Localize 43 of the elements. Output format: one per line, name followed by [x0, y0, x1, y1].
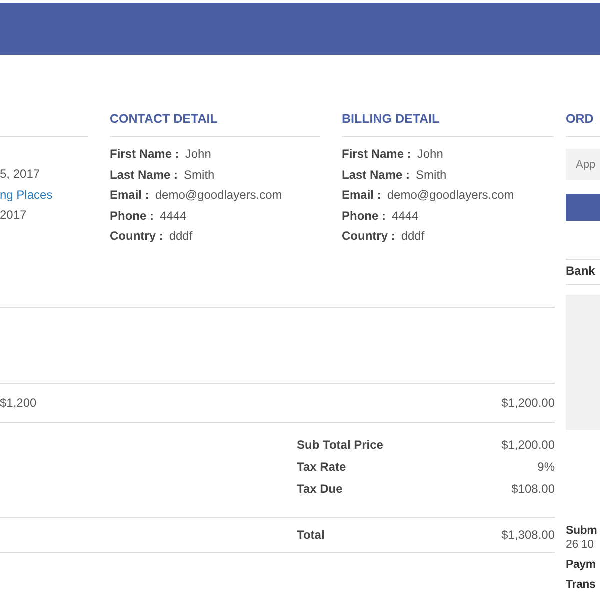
summary-value: $108.00 [512, 480, 555, 496]
summary-label: Sub Total Price [297, 436, 384, 452]
field-value: Smith [184, 168, 215, 183]
detail-label: Trans [566, 578, 597, 592]
bank-heading: Bank [566, 263, 596, 279]
field-value: demo@goodlayers.com [155, 188, 282, 204]
apply-button[interactable] [566, 194, 600, 221]
field-label: Email : [342, 188, 382, 204]
field-label: Phone : [342, 208, 386, 224]
total-value: $1,308.00 [502, 528, 555, 542]
section-heading: ORD [566, 111, 595, 128]
field-label: Phone : [110, 208, 154, 224]
summary-value: 9% [538, 458, 555, 474]
link[interactable]: ng Places [0, 188, 53, 203]
field-value: Smith [416, 168, 447, 183]
field-label: First Name : [110, 147, 180, 162]
field-value: 4444 [160, 208, 187, 224]
field-label: Email : [110, 188, 150, 204]
field-label: Country : [110, 229, 164, 244]
section-heading: CONTACT DETAIL [110, 111, 219, 128]
total-label: Total [297, 528, 325, 542]
coupon-field[interactable]: App [566, 149, 600, 180]
item-price: $1,200 [0, 396, 37, 410]
detail-value: 26 10 [566, 538, 595, 552]
field-label: Country : [342, 229, 396, 244]
summary-label: Tax Rate [297, 458, 346, 474]
field-value: dddf [401, 229, 425, 244]
section-heading: BILLING DETAIL [342, 111, 441, 128]
field-value: 2017 [0, 208, 27, 224]
field-label: Last Name : [342, 168, 410, 183]
field-label: First Name : [342, 147, 412, 162]
summary-label: Tax Due [297, 480, 343, 496]
field-label: Last Name : [110, 168, 178, 183]
field-value: demo@goodlayers.com [387, 188, 514, 204]
detail-label: Paym [566, 558, 597, 572]
field-value: dddf [169, 229, 193, 244]
field-value: John [417, 147, 444, 162]
field-value: 4444 [392, 208, 419, 224]
field-value: John [185, 147, 212, 162]
detail-label: Subm [566, 524, 598, 538]
field-value: 5, 2017 [0, 167, 40, 182]
summary-value: $1,200.00 [502, 436, 555, 452]
item-total: $1,200.00 [502, 396, 555, 410]
